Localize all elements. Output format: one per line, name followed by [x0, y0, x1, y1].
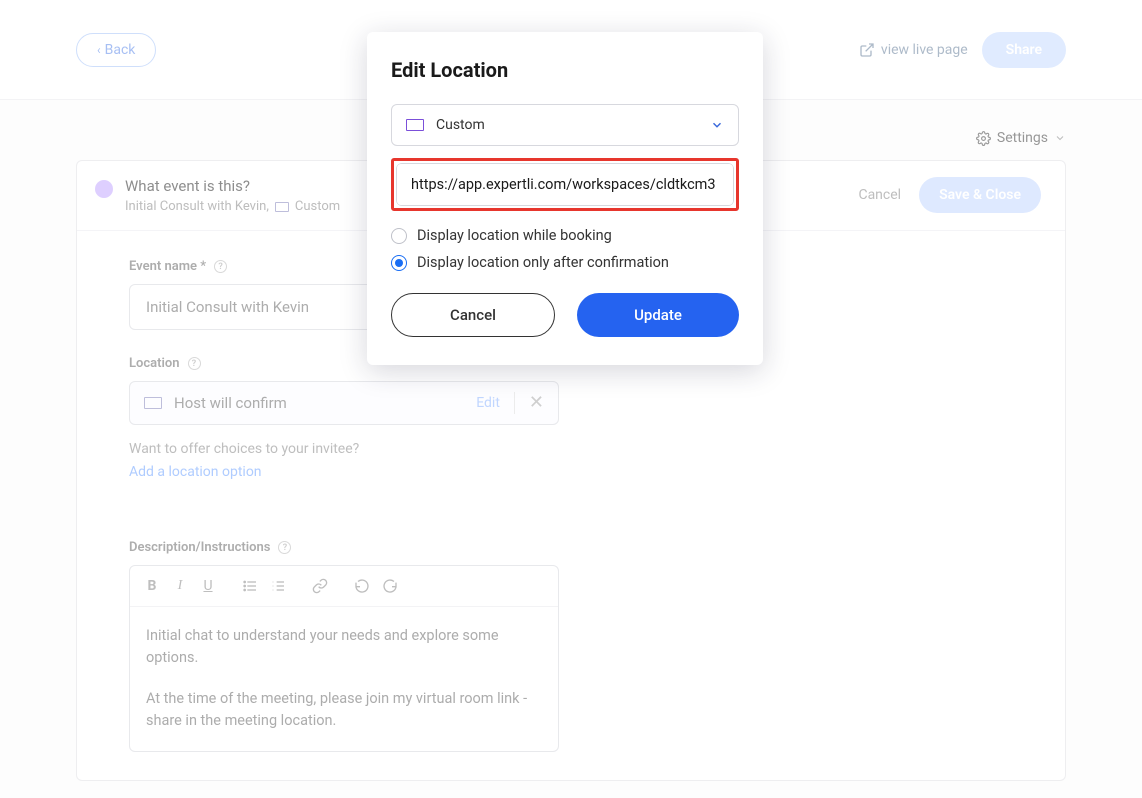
external-link-icon [859, 42, 875, 58]
location-hint: Want to offer choices to your invitee? [129, 441, 1013, 457]
event-color-dot [95, 180, 113, 198]
desc-paragraph-1: Initial chat to understand your needs an… [146, 625, 542, 670]
update-label: Update [634, 306, 682, 324]
numbered-list-icon [270, 578, 286, 594]
edit-location-modal: Edit Location Custom Display location wh… [367, 32, 763, 365]
location-text: Host will confirm [174, 394, 287, 412]
cancel-button[interactable]: Cancel [391, 293, 555, 337]
editor-content[interactable]: Initial chat to understand your needs an… [130, 607, 558, 751]
add-location-link[interactable]: Add a location option [129, 464, 262, 480]
location-url-input[interactable] [397, 164, 733, 205]
redo-icon [382, 578, 398, 594]
italic-button[interactable]: I [168, 574, 192, 598]
link-button[interactable] [308, 574, 332, 598]
redo-button[interactable] [378, 574, 402, 598]
bullet-list-button[interactable] [238, 574, 262, 598]
cancel-label: Cancel [450, 306, 496, 324]
edit-location-link[interactable]: Edit [476, 395, 500, 411]
select-label: Custom [436, 117, 485, 133]
rich-text-editor: B I U [129, 565, 559, 752]
undo-button[interactable] [350, 574, 374, 598]
settings-label: Settings [997, 130, 1048, 146]
desc-paragraph-2: At the time of the meeting, please join … [146, 688, 542, 733]
save-close-button[interactable]: Save & Close [919, 177, 1041, 213]
share-button-label: Share [1006, 42, 1042, 58]
radio-label: Display location only after confirmation [417, 254, 669, 271]
close-icon[interactable]: ✕ [529, 394, 544, 412]
radio-after-confirmation[interactable]: Display location only after confirmation [391, 254, 739, 271]
back-button[interactable]: ‹ Back [76, 33, 156, 67]
chevron-down-icon [710, 118, 724, 132]
chevron-left-icon: ‹ [97, 43, 101, 57]
undo-icon [354, 578, 370, 594]
numbered-list-button[interactable] [266, 574, 290, 598]
share-button[interactable]: Share [982, 32, 1066, 68]
url-input-highlight [391, 158, 739, 211]
editor-toolbar: B I U [130, 566, 558, 607]
settings-link[interactable]: Settings [976, 130, 1066, 146]
underline-button[interactable]: U [196, 574, 220, 598]
modal-title: Edit Location [391, 58, 739, 82]
cancel-link[interactable]: Cancel [858, 187, 901, 203]
info-icon[interactable]: ? [214, 260, 227, 273]
link-icon [312, 578, 328, 594]
divider [514, 392, 515, 414]
custom-location-icon [406, 119, 424, 131]
save-close-label: Save & Close [939, 187, 1021, 203]
gear-icon [976, 131, 991, 146]
radio-label: Display location while booking [417, 227, 612, 244]
view-live-page-link[interactable]: view live page [859, 42, 968, 58]
view-live-page-label: view live page [881, 42, 968, 58]
update-button[interactable]: Update [577, 293, 739, 337]
location-type-select[interactable]: Custom [391, 104, 739, 146]
card-title: What event is this? [125, 177, 340, 195]
bold-button[interactable]: B [140, 574, 164, 598]
info-icon[interactable]: ? [278, 541, 291, 554]
radio-icon [391, 228, 407, 244]
visibility-radio-group: Display location while booking Display l… [391, 227, 739, 271]
description-label: Description/Instructions ? [129, 540, 1013, 555]
location-box: Host will confirm Edit ✕ [129, 381, 559, 425]
radio-while-booking[interactable]: Display location while booking [391, 227, 739, 244]
radio-icon-selected [391, 255, 407, 271]
bullet-list-icon [242, 578, 258, 594]
card-subtitle: Initial Consult with Kevin, Custom [125, 199, 340, 214]
custom-location-icon [144, 397, 162, 409]
info-icon[interactable]: ? [188, 357, 201, 370]
modal-actions: Cancel Update [391, 293, 739, 337]
chevron-down-icon [1054, 132, 1066, 144]
custom-location-icon [275, 202, 289, 212]
back-button-label: Back [105, 42, 136, 58]
